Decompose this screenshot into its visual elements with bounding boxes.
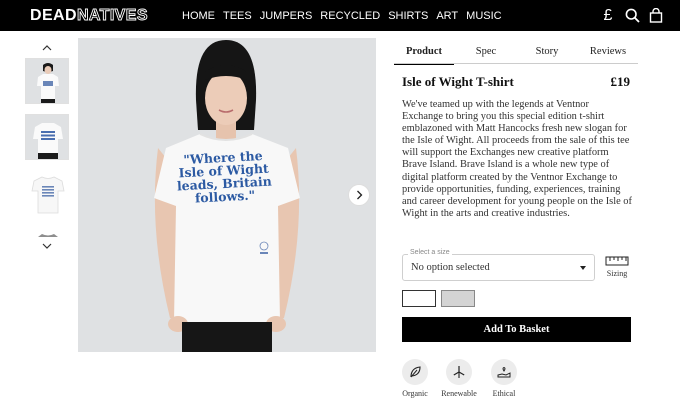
nav-jumpers[interactable]: JUMPERS — [260, 10, 313, 22]
logo-dead: DEAD — [30, 6, 77, 24]
site-header: DEAD NATIVES HOME TEES JUMPERS RECYCLED S… — [0, 0, 680, 31]
site-logo[interactable]: DEAD NATIVES — [30, 6, 148, 24]
image-next-button[interactable] — [348, 184, 370, 206]
colour-swatch-white[interactable] — [402, 290, 436, 307]
tab-story[interactable]: Story — [517, 41, 577, 65]
chevron-up-icon — [42, 45, 52, 51]
add-to-basket-button[interactable]: Add To Basket — [402, 317, 631, 342]
product-price: £19 — [610, 74, 631, 89]
main-nav: HOME TEES JUMPERS RECYCLED SHIRTS ART MU… — [182, 0, 510, 31]
wind-turbine-icon — [446, 359, 472, 385]
thumbnail-tee-flat[interactable] — [25, 170, 69, 216]
tab-spec[interactable]: Spec — [456, 41, 516, 65]
basket-icon[interactable] — [648, 8, 664, 24]
nav-tees[interactable]: TEES — [223, 10, 252, 22]
thumbnail-tee-grey[interactable] — [25, 226, 69, 238]
thumbnail-model-front[interactable] — [25, 58, 69, 104]
nav-recycled[interactable]: RECYCLED — [320, 10, 380, 22]
size-select[interactable]: Select a size No option selected — [402, 249, 595, 281]
thumbnail-model-closeup[interactable] — [25, 114, 69, 160]
ruler-icon — [605, 256, 629, 266]
colour-swatch-grey[interactable] — [441, 290, 475, 307]
product-title: Isle of Wight T-shirt — [402, 74, 514, 89]
caret-down-icon — [580, 266, 586, 270]
product-description: We've teamed up with the legends at Vent… — [402, 99, 632, 219]
nav-home[interactable]: HOME — [182, 10, 215, 22]
chevron-right-icon — [356, 190, 362, 200]
currency-icon[interactable]: £ — [600, 7, 616, 24]
badge-label: Renewable — [441, 389, 477, 398]
badge-label: Organic — [402, 389, 428, 398]
thumbnails-down-button[interactable] — [37, 240, 57, 252]
size-select-label: Select a size — [408, 249, 452, 256]
badge-label: Ethical — [492, 389, 516, 398]
badge-renewable: Renewable — [439, 359, 479, 398]
logo-natives: NATIVES — [76, 6, 148, 24]
tabs-divider — [394, 63, 638, 64]
header-actions: £ — [592, 0, 664, 31]
sizing-guide-button[interactable]: Sizing — [602, 254, 632, 282]
sizing-label: Sizing — [606, 269, 628, 278]
tee-slogan: "Where the Isle of Wight leads, Britain … — [163, 148, 286, 206]
search-icon[interactable] — [624, 8, 640, 24]
size-select-value: No option selected — [411, 262, 490, 273]
nav-music[interactable]: MUSIC — [466, 10, 501, 22]
chevron-down-icon — [42, 243, 52, 249]
badge-organic: Organic — [395, 359, 435, 398]
badge-ethical: Ethical — [484, 359, 524, 398]
product-main-image: "Where the Isle of Wight leads, Britain … — [78, 38, 376, 352]
leaf-icon — [402, 359, 428, 385]
tab-reviews[interactable]: Reviews — [578, 41, 638, 65]
tab-product[interactable]: Product — [394, 41, 454, 65]
thumbnails-up-button[interactable] — [37, 42, 57, 54]
nav-art[interactable]: ART — [436, 10, 458, 22]
nav-shirts[interactable]: SHIRTS — [388, 10, 428, 22]
product-tabs: Product Spec Story Reviews — [394, 41, 638, 65]
hand-heart-icon — [491, 359, 517, 385]
